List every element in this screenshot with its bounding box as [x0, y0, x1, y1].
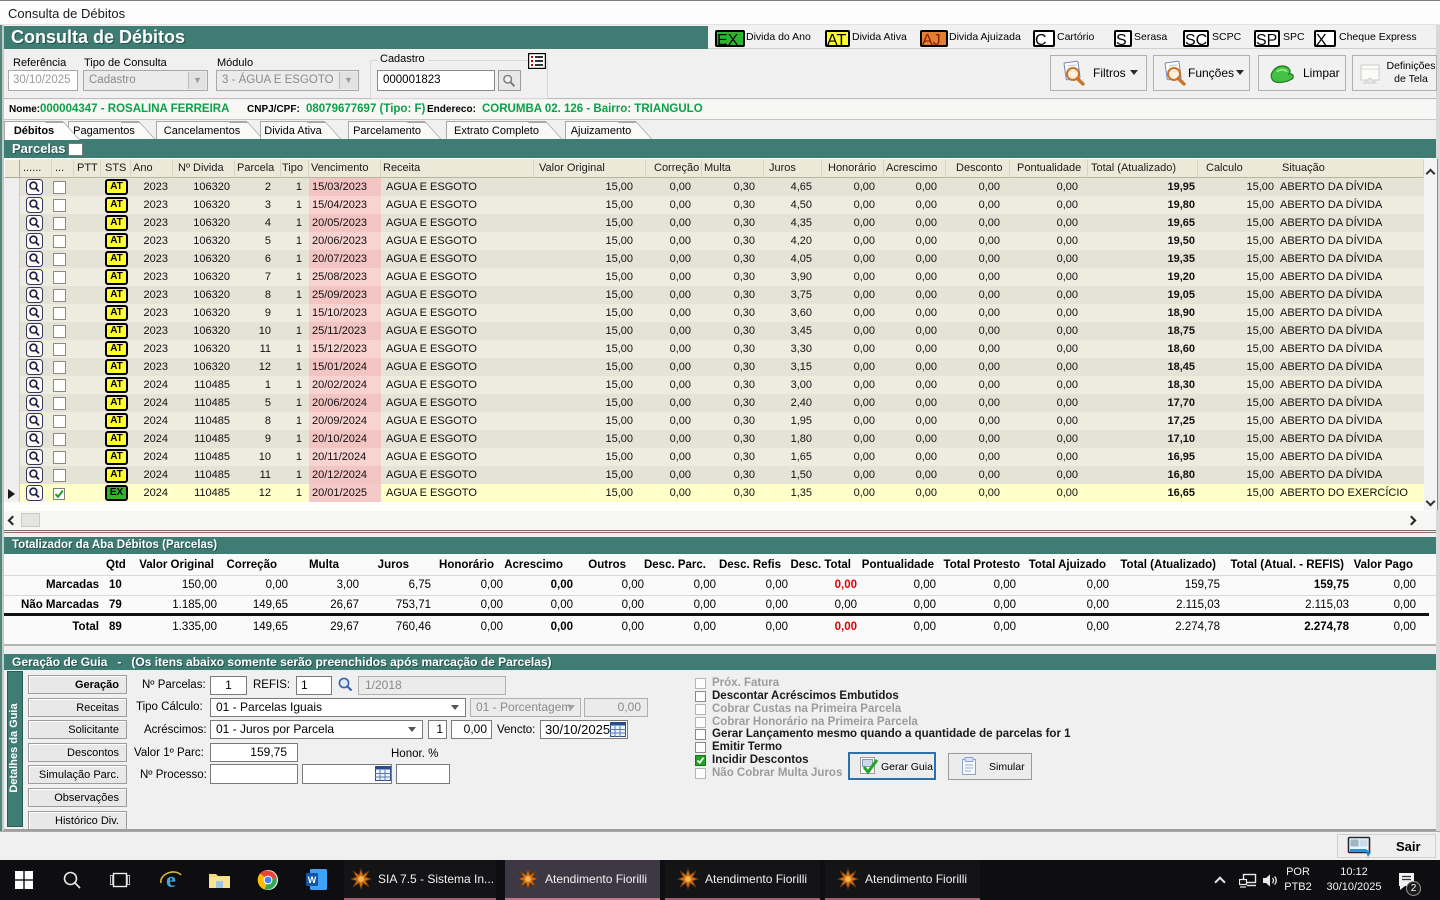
svg-text:W: W: [308, 875, 317, 885]
